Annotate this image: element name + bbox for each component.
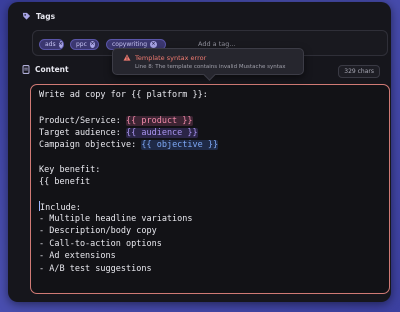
editor-line-text: - Multiple headline variations bbox=[39, 214, 193, 224]
editor-line-text: - Description/body copy bbox=[39, 226, 157, 236]
editor-line-11: - Multiple headline variations bbox=[39, 213, 193, 225]
content-label: Content bbox=[35, 65, 69, 74]
tag-chip-label: ppc bbox=[76, 41, 87, 48]
template-editor[interactable]: Write ad copy for {{ platform }}: Produc… bbox=[30, 84, 390, 294]
tags-label: Tags bbox=[36, 12, 56, 21]
remove-tag-icon[interactable]: × bbox=[89, 41, 95, 48]
editor-line-text: - A/B test suggestions bbox=[39, 264, 152, 274]
editor-line-text: - Call-to-action options bbox=[39, 239, 162, 249]
tag-chip-label: copywriting bbox=[112, 41, 148, 48]
editor-line-8: {{ benefit bbox=[39, 176, 90, 188]
editor-line-7: Key benefit: bbox=[39, 164, 100, 176]
template-variable: {{ audience }} bbox=[126, 128, 198, 138]
remove-tag-icon[interactable]: × bbox=[58, 41, 63, 48]
tooltip-title: Template syntax error bbox=[135, 54, 207, 62]
editor-line-15: - A/B test suggestions bbox=[39, 263, 152, 275]
tag-chip-ads: ads × bbox=[39, 39, 64, 50]
editor-line-text: Write ad copy for {{ platform }}: bbox=[39, 90, 208, 100]
editor-line-text: Target audience: bbox=[39, 128, 126, 138]
tag-chip-label: ads bbox=[45, 41, 56, 48]
editor-line-text: Campaign objective: bbox=[39, 140, 142, 150]
tooltip-message: Line 8: The template contains invalid Mu… bbox=[135, 64, 286, 70]
tag-chip-ppc: ppc × bbox=[70, 39, 99, 50]
editor-line-14: - Ad extensions bbox=[39, 250, 116, 262]
content-section-label: Content bbox=[22, 65, 69, 74]
char-count-badge: 329 chars bbox=[338, 65, 380, 78]
editor-line-4: Target audience: {{ audience }} bbox=[39, 127, 198, 139]
editor-line-text: Product/Service: bbox=[39, 116, 126, 126]
editor-line-12: - Description/body copy bbox=[39, 225, 157, 237]
warning-icon bbox=[123, 54, 131, 61]
editor-line-1: Write ad copy for {{ platform }}: bbox=[39, 89, 208, 101]
editor-line-text: Include: bbox=[40, 203, 81, 213]
editor-line-text: {{ benefit bbox=[39, 177, 91, 187]
editor-line-text: - Ad extensions bbox=[39, 251, 116, 261]
template-variable: {{ product }} bbox=[126, 116, 193, 126]
tag-icon bbox=[22, 12, 31, 20]
tag-editor-panel: Tags ads × ppc × copywriting × Add a tag… bbox=[8, 2, 391, 302]
syntax-error-tooltip: Template syntax error Line 8: The templa… bbox=[112, 48, 304, 75]
template-variable: {{ objective }} bbox=[141, 140, 219, 150]
tags-section-label: Tags bbox=[22, 12, 55, 21]
add-tag-input[interactable]: Add a tag... bbox=[198, 40, 236, 48]
editor-line-text: Key benefit: bbox=[39, 165, 101, 175]
remove-tag-icon[interactable]: × bbox=[150, 41, 158, 48]
document-icon bbox=[22, 65, 30, 74]
editor-line-5: Campaign objective: {{ objective }} bbox=[39, 139, 219, 151]
editor-line-3: Product/Service: {{ product }} bbox=[39, 115, 193, 127]
editor-line-13: - Call-to-action options bbox=[39, 238, 162, 250]
